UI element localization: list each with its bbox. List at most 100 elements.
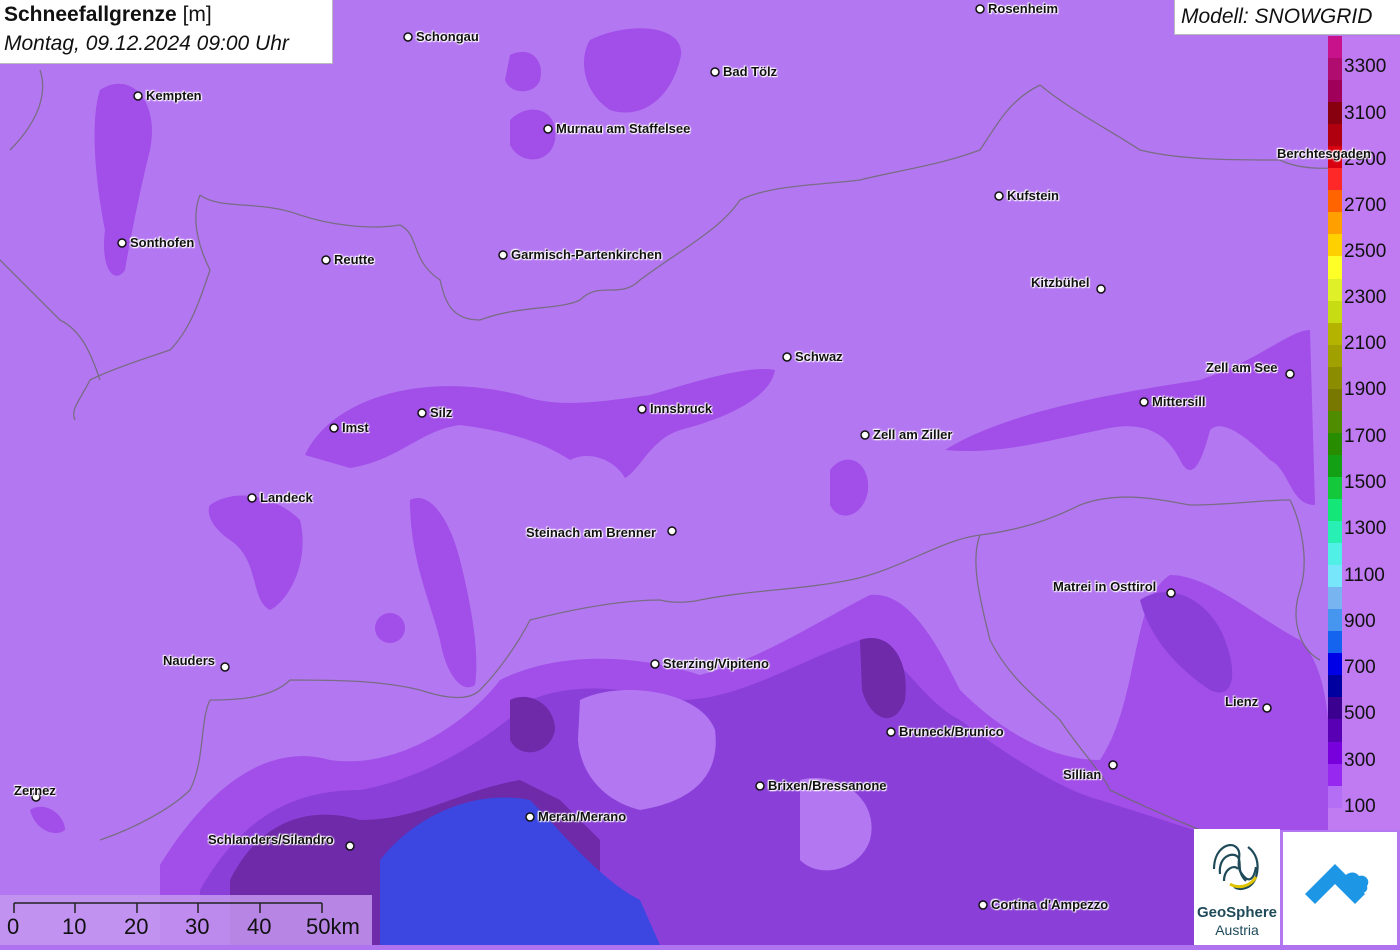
legend-color-swatch: [1328, 344, 1342, 367]
legend-color-swatch: [1328, 454, 1342, 477]
city-label: Kempten: [146, 88, 202, 103]
city-label: Mittersill: [1152, 394, 1206, 409]
legend-color-swatch: [1328, 587, 1342, 610]
scale-bar: 0 10 20 30 40 50km: [0, 895, 372, 945]
legend-color-swatch: [1328, 80, 1342, 103]
city-marker[interactable]: [345, 841, 355, 851]
geosphere-logo[interactable]: GeoSphere Austria: [1194, 829, 1280, 945]
city-marker[interactable]: [498, 250, 508, 260]
legend-color-swatch: [1328, 278, 1342, 301]
legend-label: 2500: [1344, 241, 1387, 262]
city-label: Schongau: [416, 29, 479, 44]
city-label: Schlanders/Silandro: [208, 832, 334, 847]
scale-label: 20: [124, 914, 149, 939]
scale-label: 10: [62, 914, 87, 939]
city-marker[interactable]: [1108, 760, 1118, 770]
legend-label: 2100: [1344, 333, 1387, 354]
city-marker[interactable]: [117, 238, 127, 248]
legend-color-swatch: [1328, 675, 1342, 698]
legend-color-swatch: [1328, 697, 1342, 720]
city-marker[interactable]: [543, 124, 553, 134]
legend-label: 1100: [1344, 565, 1385, 586]
legend-label: 1900: [1344, 379, 1387, 400]
city-marker[interactable]: [710, 67, 720, 77]
city-marker[interactable]: [975, 4, 985, 14]
city-marker[interactable]: [1166, 588, 1176, 598]
legend-color-swatch: [1328, 476, 1342, 499]
city-marker[interactable]: [860, 430, 870, 440]
legend-color-swatch: [1328, 432, 1342, 455]
city-label: Murnau am Staffelsee: [556, 121, 691, 136]
legend-color-swatch: [1328, 58, 1342, 81]
legend-label: 700: [1344, 657, 1376, 678]
city-marker[interactable]: [321, 255, 331, 265]
legend-label: 1300: [1344, 518, 1387, 539]
city-label: Silz: [430, 405, 453, 420]
legend-color-swatch: [1328, 631, 1342, 654]
city-label: Schwaz: [795, 349, 843, 364]
city-label: Matrei in Osttirol: [1053, 579, 1157, 594]
city-marker[interactable]: [220, 662, 230, 672]
city-label: Steinach am Brenner: [526, 525, 657, 540]
legend-label: 2300: [1344, 287, 1387, 308]
legend-color-swatch: [1328, 124, 1342, 147]
legend-color-swatch: [1328, 234, 1342, 257]
city-marker[interactable]: [525, 812, 535, 822]
city-marker[interactable]: [1096, 284, 1106, 294]
legend-label: 100: [1344, 796, 1376, 817]
city-label: Sonthofen: [130, 235, 195, 250]
legend-color-swatch: [1328, 653, 1342, 676]
legend-color-swatch: [1328, 36, 1342, 59]
model-label: Modell: SNOWGRID: [1181, 5, 1373, 28]
city-label: Zell am Ziller: [873, 427, 953, 442]
map-datetime: Montag, 09.12.2024 09:00 Uhr: [4, 32, 289, 55]
legend-color-swatch: [1328, 763, 1342, 786]
city-marker[interactable]: [133, 91, 143, 101]
legend-label: 2700: [1344, 195, 1387, 216]
city-label: Garmisch-Partenkirchen: [511, 247, 663, 262]
legend-label: 1700: [1344, 426, 1387, 447]
city-marker[interactable]: [994, 191, 1004, 201]
city-marker[interactable]: [417, 408, 427, 418]
legend-color-swatch: [1328, 785, 1342, 808]
map-title-box: Schneefallgrenze [m] Montag, 09.12.2024 …: [0, 0, 333, 64]
city-marker[interactable]: [329, 423, 339, 433]
model-label-box: Modell: SNOWGRID: [1174, 0, 1400, 35]
legend-color-swatch: [1328, 609, 1342, 632]
city-label: Zell am See: [1206, 360, 1278, 375]
city-marker[interactable]: [1262, 703, 1272, 713]
city-marker[interactable]: [247, 493, 257, 503]
city-label: Bruneck/Brunico: [899, 724, 1004, 739]
legend-label: 3100: [1344, 103, 1387, 124]
scale-label: 30: [185, 914, 210, 939]
city-label: Meran/Merano: [538, 809, 627, 824]
city-marker[interactable]: [650, 659, 660, 669]
city-label: Bad Tölz: [723, 64, 778, 79]
legend-color-swatch: [1328, 366, 1342, 389]
city-label: Cortina d'Ampezzo: [991, 897, 1109, 912]
city-label: Imst: [342, 420, 369, 435]
legend-color-swatch: [1328, 741, 1342, 764]
weather-app-logo[interactable]: [1283, 832, 1397, 945]
city-marker[interactable]: [403, 32, 413, 42]
scale-label: 40: [247, 914, 272, 939]
city-marker[interactable]: [978, 900, 988, 910]
legend-label: 300: [1344, 750, 1376, 771]
city-marker[interactable]: [1285, 369, 1295, 379]
legend-color-swatch: [1328, 168, 1342, 191]
city-label: Sillian: [1063, 767, 1102, 782]
city-marker[interactable]: [886, 727, 896, 737]
legend-color-swatch: [1328, 498, 1342, 522]
city-marker[interactable]: [782, 352, 792, 362]
legend-label: 500: [1344, 703, 1376, 724]
city-marker[interactable]: [637, 404, 647, 414]
city-label: Reutte: [334, 252, 375, 267]
city-label: Zernez: [14, 783, 56, 798]
city-marker[interactable]: [667, 526, 677, 536]
legend-color-swatch: [1328, 388, 1342, 411]
snowfall-map[interactable]: [0, 0, 1400, 945]
legend-color-swatch: [1328, 300, 1342, 323]
city-marker[interactable]: [755, 781, 765, 791]
city-label: Brixen/Bressanone: [768, 778, 887, 793]
city-marker[interactable]: [1139, 397, 1149, 407]
